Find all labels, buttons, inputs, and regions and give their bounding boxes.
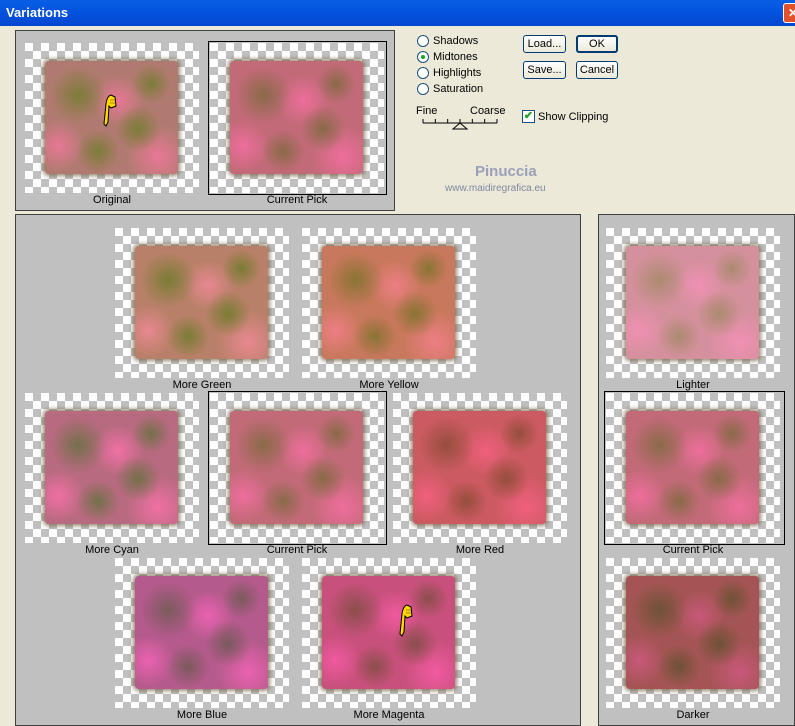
thumbnail-label: More Magenta — [353, 709, 425, 721]
radio-button[interactable] — [417, 67, 429, 79]
title-bar: Variations ✕ — [0, 0, 795, 26]
radio-shadows[interactable]: Shadows — [417, 35, 478, 47]
radio-button[interactable] — [417, 51, 429, 63]
thumbnail-more-red[interactable] — [393, 393, 567, 543]
thumbnail-label: More Green — [172, 379, 232, 391]
thumbnail-more-yellow[interactable] — [302, 228, 476, 378]
thumbnail-label: Lighter — [676, 379, 710, 391]
watermark-url: www.maidiregrafica.eu — [445, 183, 546, 194]
preview-image — [135, 246, 268, 359]
thumbnail-label: Current Pick — [662, 544, 724, 556]
preview-image — [45, 411, 178, 524]
thumbnail-darker[interactable] — [606, 558, 780, 708]
thumbnail-lighter[interactable] — [606, 228, 780, 378]
close-icon[interactable]: ✕ — [783, 3, 795, 23]
preview-image — [413, 411, 546, 524]
thumbnail-label: More Cyan — [85, 544, 139, 556]
radio-label: Midtones — [433, 51, 478, 63]
radio-midtones[interactable]: Midtones — [417, 51, 478, 63]
checkmark-icon[interactable]: ✔ — [522, 110, 535, 123]
show-clipping-label: Show Clipping — [538, 110, 609, 123]
preview-image — [322, 576, 455, 689]
thumbnail-label: Darker — [676, 709, 710, 721]
watermark-name: Pinuccia — [475, 163, 537, 180]
load-button[interactable]: Load... — [523, 35, 566, 53]
thumbnail-more-cyan[interactable] — [25, 393, 199, 543]
thumbnail-current-pick-main[interactable] — [210, 393, 384, 543]
thumbnail-label: Original — [93, 194, 131, 206]
fine-label: Fine — [416, 105, 438, 117]
hand-pointer-icon — [397, 602, 413, 641]
cancel-button[interactable]: Cancel — [576, 61, 618, 79]
thumbnail-current-pick-top[interactable] — [210, 43, 384, 193]
preview-image — [230, 411, 363, 524]
coarse-label: Coarse — [470, 105, 506, 117]
preview-image — [626, 576, 759, 689]
thumbnail-label: Current Pick — [266, 194, 328, 206]
preview-image — [135, 576, 268, 689]
radio-label: Highlights — [433, 67, 482, 79]
fine-coarse-slider[interactable] — [420, 117, 506, 133]
preview-image — [322, 246, 455, 359]
ok-button[interactable]: OK — [576, 35, 618, 53]
save-button[interactable]: Save... — [523, 61, 566, 79]
radio-label: Shadows — [433, 35, 479, 47]
thumbnail-more-blue[interactable] — [115, 558, 289, 708]
window-title: Variations — [6, 5, 69, 20]
hand-pointer-icon — [101, 92, 117, 131]
thumbnail-more-magenta[interactable] — [302, 558, 476, 708]
thumbnail-current-pick-right[interactable] — [606, 393, 780, 543]
radio-button[interactable] — [417, 35, 429, 47]
thumbnail-label: More Red — [455, 544, 505, 556]
thumbnail-more-green[interactable] — [115, 228, 289, 378]
radio-button[interactable] — [417, 83, 429, 95]
radio-saturation[interactable]: Saturation — [417, 83, 483, 95]
show-clipping-checkbox[interactable]: ✔ Show Clipping — [522, 110, 608, 123]
preview-image — [230, 61, 363, 174]
slider-thumb[interactable] — [451, 122, 469, 130]
radio-label: Saturation — [433, 83, 484, 95]
thumbnail-label: More Blue — [176, 709, 228, 721]
thumbnail-label: More Yellow — [359, 379, 419, 391]
preview-image — [626, 411, 759, 524]
radio-highlights[interactable]: Highlights — [417, 67, 481, 79]
thumbnail-label: Current Pick — [266, 544, 328, 556]
preview-image — [626, 246, 759, 359]
